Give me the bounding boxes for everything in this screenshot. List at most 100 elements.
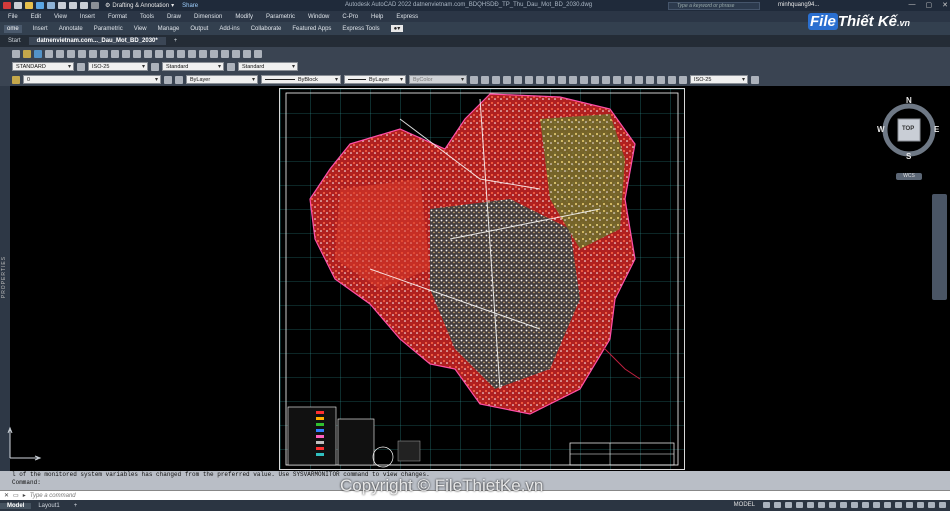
units-icon[interactable] [906,502,913,508]
tab-manage[interactable]: Manage [158,26,180,32]
calculator-icon[interactable] [243,49,251,58]
linear-dim-icon[interactable] [470,75,478,84]
aligned-dim-icon[interactable] [481,75,489,84]
web-save-icon[interactable] [58,2,66,9]
dim-text-edit-icon[interactable] [668,75,676,84]
menu-format[interactable]: Format [108,14,127,20]
command-input[interactable]: Type a command [30,493,76,499]
add-layout-button[interactable]: + [67,503,85,509]
viewcube-south[interactable]: S [906,152,911,161]
zoom-realtime-icon[interactable] [155,49,163,58]
jogged-linear-icon[interactable] [646,75,654,84]
new-tab-button[interactable]: + [166,37,186,45]
paste-icon[interactable] [100,49,108,58]
dim-break-icon[interactable] [602,75,610,84]
tab-featured-apps[interactable]: Featured Apps [292,26,331,32]
text-style-dropdown[interactable]: STANDARD [12,62,74,72]
inspection-icon[interactable] [635,75,643,84]
linetype-dropdown[interactable]: ByBlock [261,75,341,85]
menu-tools[interactable]: Tools [140,14,154,20]
transparency-toggle-icon[interactable] [851,502,858,508]
snap-toggle-icon[interactable] [774,502,781,508]
object-snap-tracking-icon[interactable] [818,502,825,508]
navigation-bar[interactable] [932,194,947,300]
menu-file[interactable]: File [8,14,18,20]
ordinate-dim-icon[interactable] [503,75,511,84]
polar-toggle-icon[interactable] [796,502,803,508]
layer-dropdown[interactable]: 0 [23,75,161,85]
undo-toolbar-icon[interactable] [122,49,130,58]
ribbon-minimize-icon[interactable]: ●▾ [390,25,404,32]
menu-dimension[interactable]: Dimension [194,14,222,20]
print-icon[interactable] [45,49,53,58]
dim-space-icon[interactable] [591,75,599,84]
isodraft-toggle-icon[interactable] [807,502,814,508]
zoom-previous-icon[interactable] [177,49,185,58]
quick-dim-icon[interactable] [558,75,566,84]
selection-cycling-icon[interactable] [862,502,869,508]
properties-palette-strip[interactable]: PROPERTIES [0,86,10,471]
table-style-icon[interactable] [151,62,159,71]
design-center-icon[interactable] [199,49,207,58]
tab-home[interactable]: ome [4,24,22,33]
radius-dim-icon[interactable] [514,75,522,84]
model-space-toggle[interactable]: MODEL [734,502,755,508]
menu-view[interactable]: View [54,14,67,20]
workspace-switch-icon[interactable] [884,502,891,508]
new-icon[interactable] [14,2,22,9]
dim-style-manager-icon[interactable] [751,75,759,84]
tab-annotate[interactable]: Annotate [59,26,83,32]
share-button[interactable]: Share [182,3,198,9]
close-command-line-icon[interactable]: ✕ [4,492,9,499]
annotation-monitor-icon[interactable] [895,502,902,508]
customization-menu-icon[interactable] [939,502,946,508]
multileader-style-icon[interactable] [227,62,235,71]
print-preview-icon[interactable] [56,49,64,58]
save-as-icon[interactable] [47,2,55,9]
annotation-scale-icon[interactable] [873,502,880,508]
jogged-dim-icon[interactable] [525,75,533,84]
layout-tab-model[interactable]: Model [0,502,32,509]
save-icon[interactable] [36,2,44,9]
tab-output[interactable]: Output [190,26,208,32]
object-snap-icon[interactable] [829,502,836,508]
plot-icon[interactable] [69,2,77,9]
menu-edit[interactable]: Edit [31,14,41,20]
dim-edit-icon[interactable] [657,75,665,84]
save-drawing-icon[interactable] [34,49,42,58]
redo-icon[interactable] [91,2,99,9]
menu-c-pro[interactable]: C-Pro [342,14,358,20]
layout-tab-layout1[interactable]: Layout1 [31,503,66,509]
diameter-dim-icon[interactable] [536,75,544,84]
doc-tab-drawing[interactable]: datnenvietnam.com..._Dau_Mot_BD_2030* [28,37,166,45]
viewcube[interactable]: N S W E TOP [877,96,941,162]
help-icon[interactable] [254,49,262,58]
close-button[interactable]: ✕ [942,1,948,9]
tab-insert[interactable]: Insert [33,26,48,32]
minimize-button[interactable]: — [909,1,916,9]
copy-icon[interactable] [89,49,97,58]
new-drawing-icon[interactable] [12,49,20,58]
menu-modify[interactable]: Modify [235,14,253,20]
dim-style-dropdown-2[interactable]: ISO-25 [690,75,748,85]
clean-screen-icon[interactable] [928,502,935,508]
customize-icon[interactable]: ▭ [13,492,19,499]
quick-properties-icon[interactable] [917,502,924,508]
publish-icon[interactable] [67,49,75,58]
make-current-layer-icon[interactable] [164,75,172,84]
menu-parametric[interactable]: Parametric [266,14,295,20]
tab-view[interactable]: View [134,26,147,32]
menu-insert[interactable]: Insert [80,14,95,20]
lineweight-dropdown[interactable]: ByLayer [344,75,406,85]
sheet-set-icon[interactable] [221,49,229,58]
viewcube-top-face[interactable]: TOP [902,126,914,132]
tab-add-ins[interactable]: Add-ins [219,26,239,32]
menu-express[interactable]: Express [396,14,418,20]
layer-previous-icon[interactable] [175,75,183,84]
menu-window[interactable]: Window [308,14,329,20]
zoom-window-icon[interactable] [166,49,174,58]
open-icon[interactable] [25,2,33,9]
open-drawing-icon[interactable] [23,49,31,58]
undo-icon[interactable] [80,2,88,9]
dim-update-icon[interactable] [679,75,687,84]
